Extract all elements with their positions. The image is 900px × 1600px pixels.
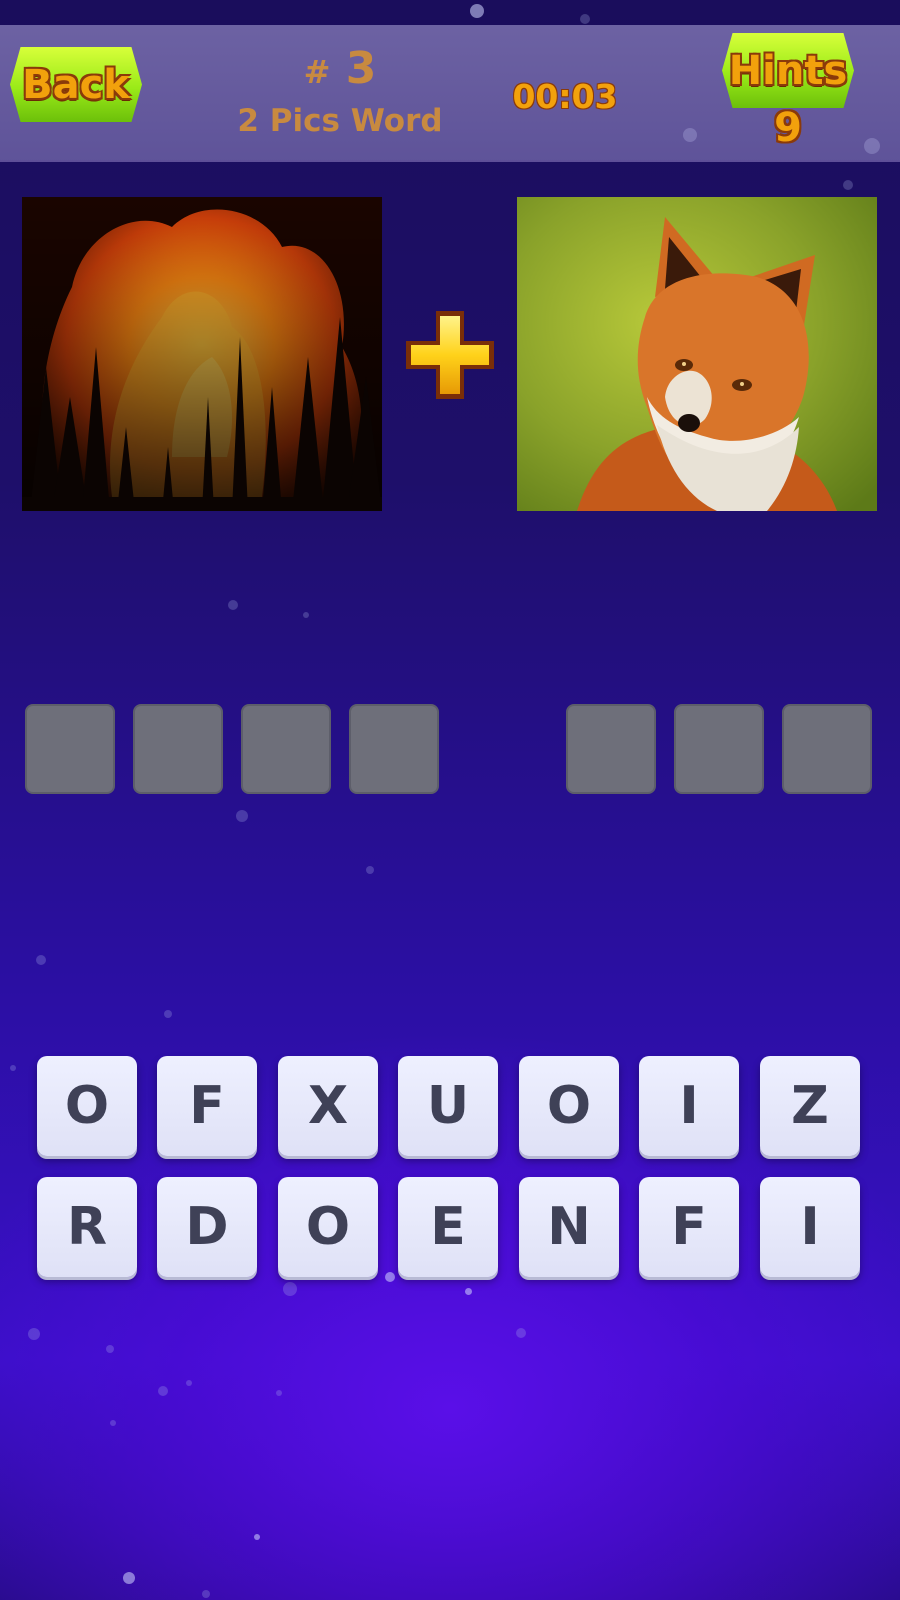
sparkle-decoration: [516, 1328, 526, 1338]
timer: 00:03: [512, 77, 618, 116]
answer-slot[interactable]: [133, 704, 223, 794]
forest-fire-illustration: [22, 197, 382, 511]
letter-tile[interactable]: F: [157, 1056, 257, 1156]
letter-tile[interactable]: X: [278, 1056, 378, 1156]
letter-tile[interactable]: O: [278, 1177, 378, 1277]
sparkle-decoration: [110, 1420, 116, 1426]
sparkle-decoration: [366, 866, 374, 874]
letter-tile[interactable]: U: [398, 1056, 498, 1156]
sparkle-decoration: [465, 1288, 472, 1295]
sparkle-decoration: [236, 810, 248, 822]
sparkle-decoration: [10, 1065, 16, 1071]
letter-tile[interactable]: N: [519, 1177, 619, 1277]
hints-count: 9: [774, 105, 802, 151]
letter-tile[interactable]: I: [760, 1177, 860, 1277]
header-bar: Back # 3 2 Pics Word 00:03 Hints 9: [0, 25, 900, 162]
forest-fire-picture: [22, 197, 382, 511]
sparkle-decoration: [228, 600, 238, 610]
sparkle-decoration: [303, 612, 309, 618]
fox-picture: [517, 197, 877, 511]
sparkle-decoration: [385, 1272, 395, 1282]
sparkle-decoration: [580, 14, 590, 24]
sparkle-decoration: [158, 1386, 168, 1396]
letter-tile[interactable]: R: [37, 1177, 137, 1277]
letter-tile[interactable]: D: [157, 1177, 257, 1277]
level-hash: #: [303, 53, 331, 91]
game-title: 2 Pics Word: [237, 103, 443, 139]
letter-tile[interactable]: Z: [760, 1056, 860, 1156]
fox-illustration: [517, 197, 877, 511]
sparkle-decoration: [843, 180, 853, 190]
back-button[interactable]: Back: [10, 47, 142, 122]
sparkle-decoration: [470, 4, 484, 18]
answer-slot[interactable]: [782, 704, 872, 794]
sparkle-decoration: [202, 1590, 210, 1598]
answer-slot[interactable]: [566, 704, 656, 794]
hints-button[interactable]: Hints: [722, 33, 854, 108]
plus-icon: [402, 307, 498, 403]
sparkle-decoration: [283, 1282, 297, 1296]
answer-slot[interactable]: [241, 704, 331, 794]
level-number: # 3: [240, 43, 440, 94]
letter-tile[interactable]: F: [639, 1177, 739, 1277]
sparkle-decoration: [123, 1572, 135, 1584]
sparkle-decoration: [164, 1010, 172, 1018]
sparkle-decoration: [186, 1380, 192, 1386]
letter-tile[interactable]: E: [398, 1177, 498, 1277]
letter-tile[interactable]: O: [519, 1056, 619, 1156]
sparkle-decoration: [254, 1534, 260, 1540]
answer-slot[interactable]: [349, 704, 439, 794]
level-number-value: 3: [345, 43, 377, 94]
letter-tile[interactable]: I: [639, 1056, 739, 1156]
sparkle-decoration: [276, 1390, 282, 1396]
sparkle-decoration: [28, 1328, 40, 1340]
sparkle-decoration: [106, 1345, 114, 1353]
letter-tile[interactable]: O: [37, 1056, 137, 1156]
sparkle-decoration: [36, 955, 46, 965]
answer-slot[interactable]: [25, 704, 115, 794]
answer-slot[interactable]: [674, 704, 764, 794]
